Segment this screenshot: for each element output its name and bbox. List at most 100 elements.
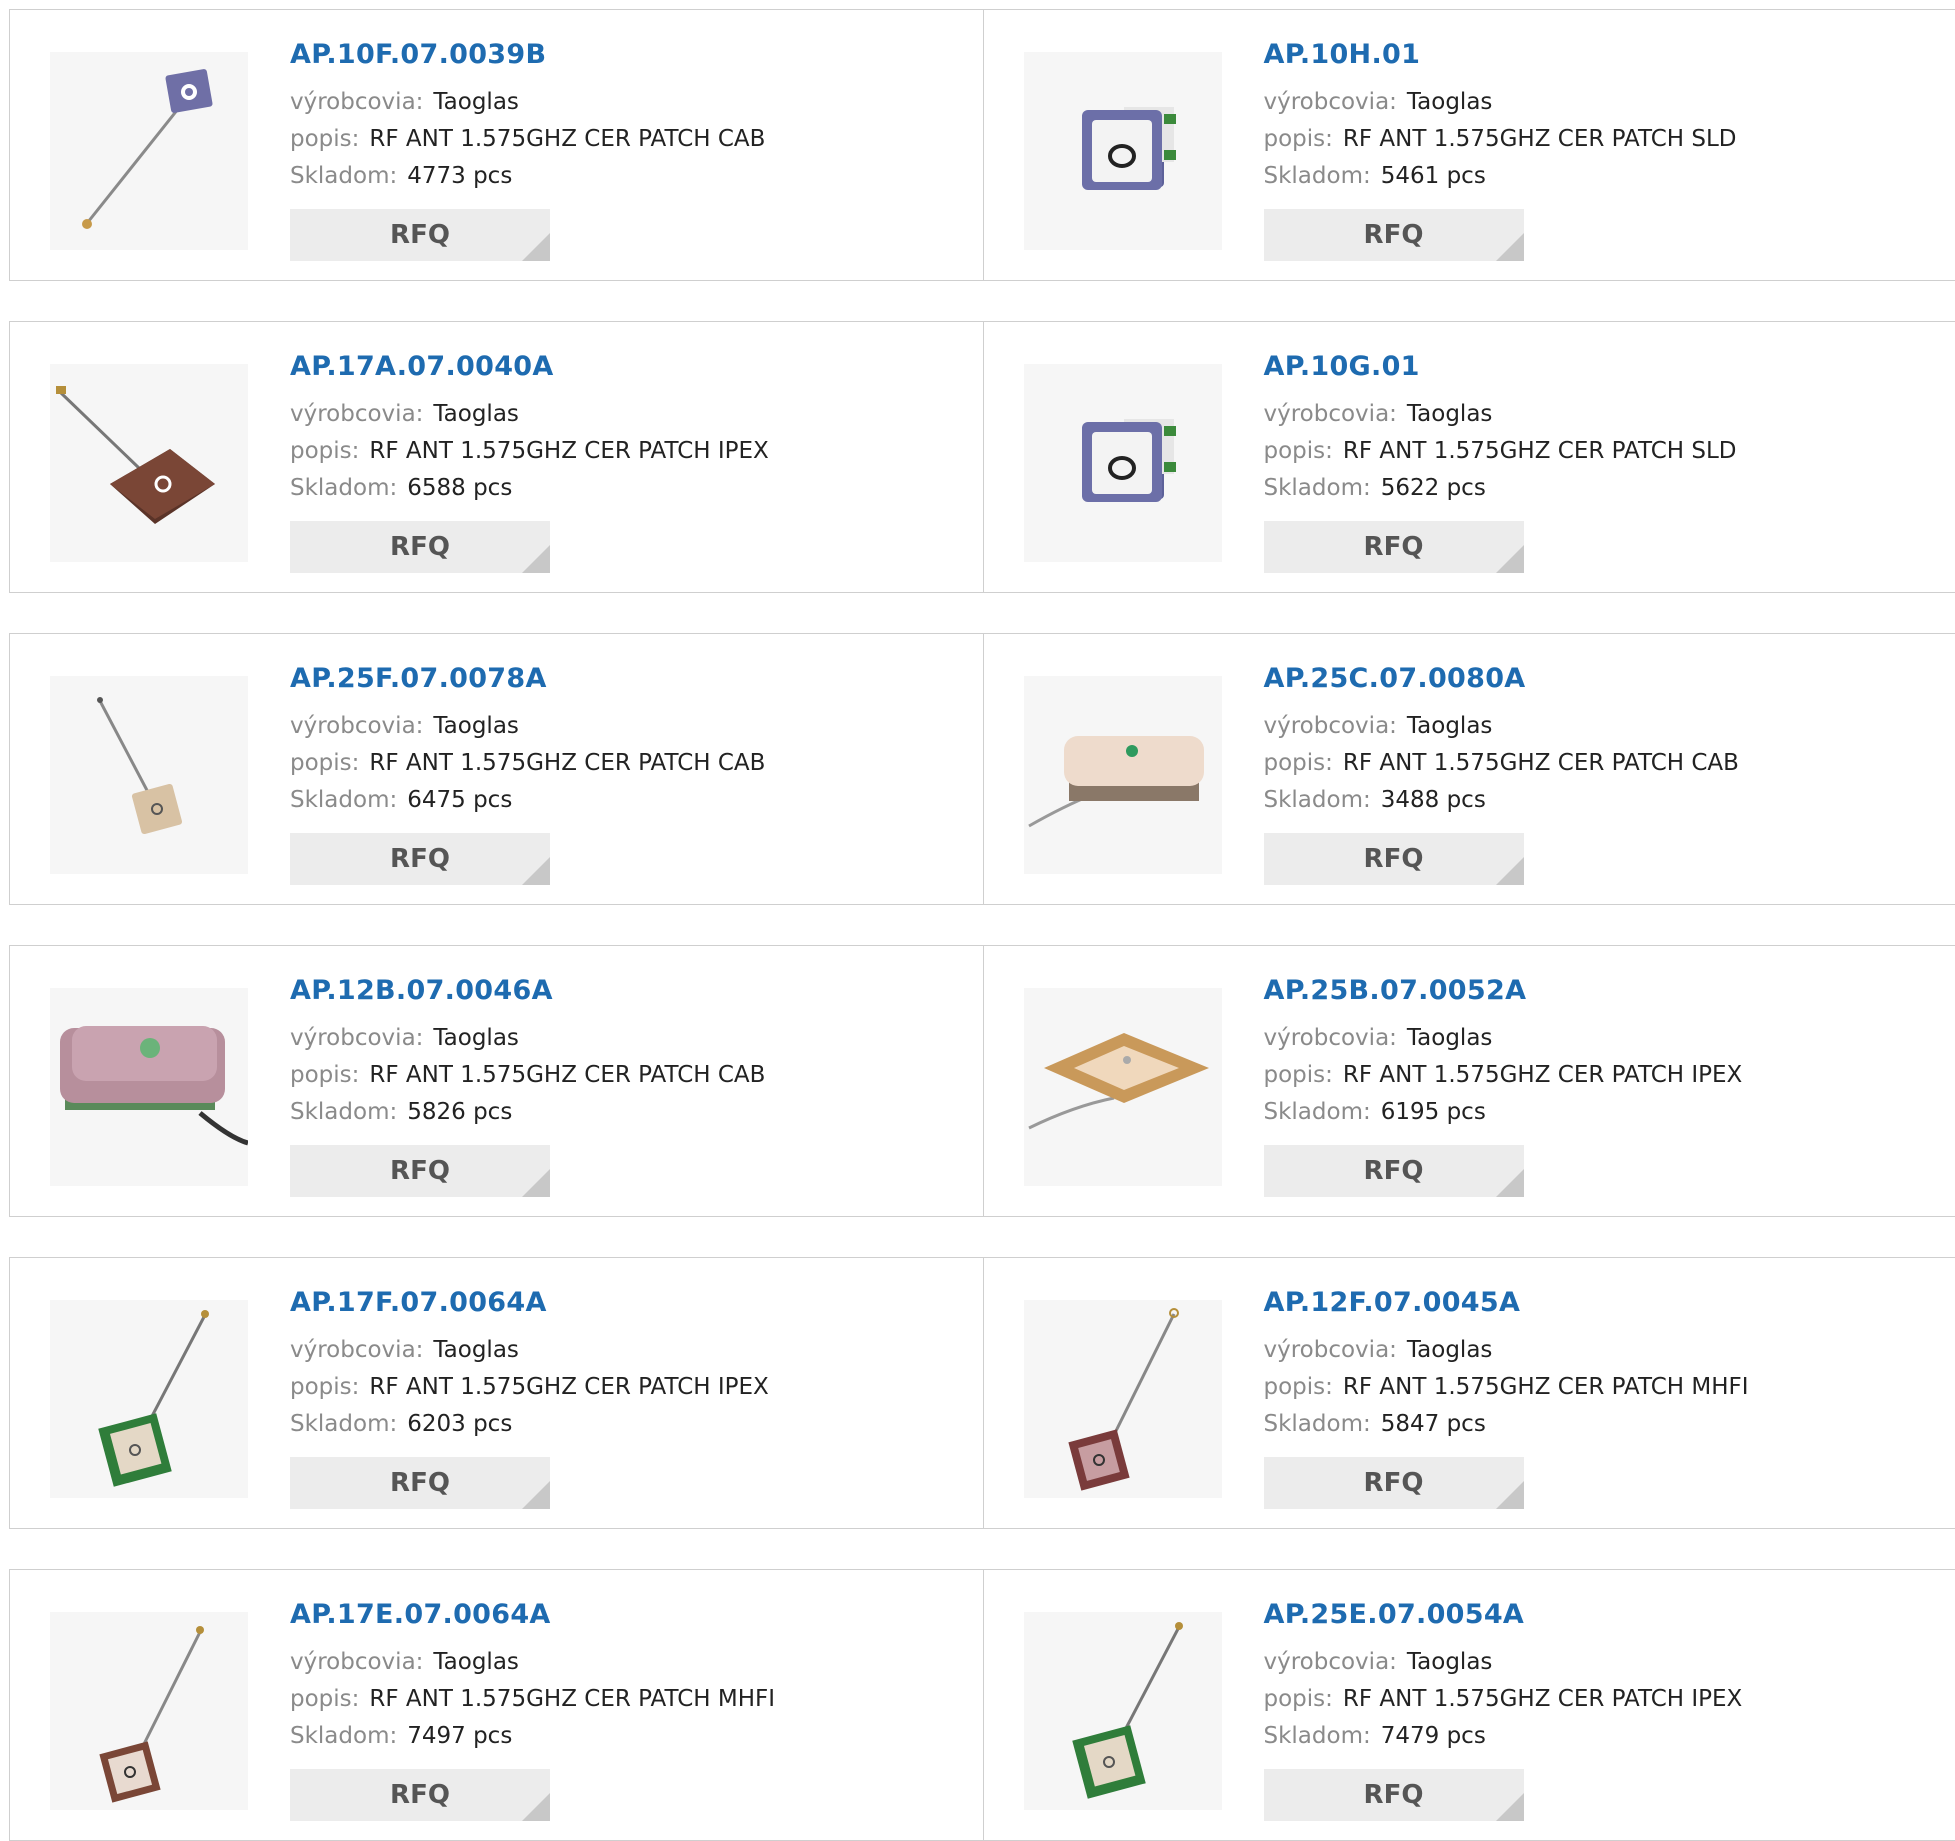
- stock-value: 3488 pcs: [1381, 787, 1486, 813]
- product-image[interactable]: [50, 1612, 248, 1810]
- description-label: popis:: [290, 750, 359, 776]
- rfq-button[interactable]: RFQ: [1264, 1769, 1524, 1821]
- rfq-button[interactable]: RFQ: [1264, 1457, 1524, 1509]
- product-image[interactable]: [1024, 52, 1222, 250]
- rfq-button[interactable]: RFQ: [290, 1769, 550, 1821]
- rfq-label: RFQ: [390, 1780, 450, 1810]
- manufacturer-row: výrobcovia:Taoglas: [290, 1020, 765, 1057]
- part-number-link[interactable]: AP.10F.07.0039B: [290, 38, 765, 72]
- product-image[interactable]: [1024, 1612, 1222, 1810]
- rfq-label: RFQ: [1364, 1468, 1424, 1498]
- rfq-button[interactable]: RFQ: [1264, 521, 1524, 573]
- rfq-button[interactable]: RFQ: [290, 833, 550, 885]
- description-label: popis:: [290, 438, 359, 464]
- product-image[interactable]: [1024, 676, 1222, 874]
- product-card: AP.17A.07.0040A výrobcovia:Taoglas popis: R…: [10, 322, 983, 592]
- product-row: AP.17F.07.0064A výrobcovia:Taoglas popis: R…: [9, 1257, 1955, 1529]
- corner-triangle-icon: [522, 1169, 550, 1197]
- stock-value: 5622 pcs: [1381, 475, 1486, 501]
- description-label: popis:: [1264, 438, 1333, 464]
- rfq-label: RFQ: [1364, 844, 1424, 874]
- manufacturer-value: Taoglas: [433, 1025, 518, 1051]
- part-number-link[interactable]: AP.17F.07.0064A: [290, 1286, 769, 1320]
- description-value: RF ANT 1.575GHZ CER PATCH SLD: [1343, 126, 1737, 152]
- product-image[interactable]: [1024, 364, 1222, 562]
- stock-label: Skladom:: [290, 1099, 397, 1125]
- product-image[interactable]: [50, 1300, 248, 1498]
- product-card: AP.12B.07.0046Avýrobcovia:Taoglaspopis:R…: [10, 946, 983, 1216]
- manufacturer-label: výrobcovia:: [1264, 1337, 1397, 1363]
- product-image[interactable]: [50, 364, 248, 562]
- product-image[interactable]: [50, 676, 248, 874]
- product-row: AP.10F.07.0039Bvýrobcovia:Taoglaspopis:R…: [9, 9, 1955, 281]
- stock-row: Skladom:6195 pcs: [1264, 1094, 1743, 1131]
- part-number-link[interactable]: AP.10G.01: [1264, 350, 1737, 384]
- description-row: popis:RF ANT 1.575GHZ CER PATCH CAB: [290, 745, 765, 782]
- rfq-button[interactable]: RFQ: [1264, 1145, 1524, 1197]
- corner-triangle-icon: [522, 1481, 550, 1509]
- stock-value: 6195 pcs: [1381, 1099, 1486, 1125]
- description-label: popis:: [1264, 750, 1333, 776]
- product-image[interactable]: [1024, 1300, 1222, 1498]
- part-number-link[interactable]: AP.12B.07.0046A: [290, 974, 765, 1008]
- product-card: AP.12F.07.0045A výrobcovia:Taoglas popis: R…: [983, 1258, 1955, 1528]
- stock-value: 6588 pcs: [407, 475, 512, 501]
- rfq-button[interactable]: RFQ: [290, 1145, 550, 1197]
- stock-row: Skladom: 5622 pcs: [1264, 470, 1737, 507]
- description-label: popis:: [1264, 1374, 1333, 1400]
- stock-value: 6203 pcs: [407, 1411, 512, 1437]
- manufacturer-value: Taoglas: [1407, 89, 1492, 115]
- stock-row: Skladom:6588 pcs: [290, 470, 769, 507]
- manufacturer-value: Taoglas: [1407, 1649, 1492, 1675]
- antenna-image: [50, 988, 248, 1186]
- stock-value: 7497 pcs: [407, 1723, 512, 1749]
- part-number-link[interactable]: AP.10H.01: [1264, 38, 1737, 72]
- part-number-link[interactable]: AP.12F.07.0045A: [1264, 1286, 1749, 1320]
- product-row: AP.25F.07.0078Avýrobcovia:Taoglaspopis:R…: [9, 633, 1955, 905]
- manufacturer-label: výrobcovia:: [1264, 1649, 1397, 1675]
- part-number-link[interactable]: AP.25F.07.0078A: [290, 662, 765, 696]
- corner-triangle-icon: [1496, 857, 1524, 885]
- part-number-link[interactable]: AP.25E.07.0054A: [1264, 1598, 1743, 1632]
- product-image[interactable]: [50, 52, 248, 250]
- stock-label: Skladom:: [290, 787, 397, 813]
- product-card: AP.25B.07.0052Avýrobcovia:Taoglaspopis:R…: [983, 946, 1955, 1216]
- manufacturer-label: výrobcovia:: [290, 1337, 423, 1363]
- description-row: popis:RF ANT 1.575GHZ CER PATCH SLD: [1264, 121, 1737, 158]
- stock-label: Skladom:: [1264, 475, 1371, 501]
- manufacturer-value: Taoglas: [1407, 1025, 1492, 1051]
- stock-value: 5461 pcs: [1381, 163, 1486, 189]
- stock-value: 5847 pcs: [1381, 1411, 1486, 1437]
- manufacturer-label: výrobcovia:: [290, 89, 423, 115]
- product-row: AP.12B.07.0046A výrobcovia:Taoglas popis: R…: [9, 945, 1955, 1217]
- antenna-image: [1024, 1612, 1222, 1810]
- part-number-link[interactable]: AP.17E.07.0064A: [290, 1598, 775, 1632]
- product-image[interactable]: [1024, 988, 1222, 1186]
- description-label: popis:: [1264, 1062, 1333, 1088]
- stock-row: Skladom:5826 pcs: [290, 1094, 765, 1131]
- rfq-button[interactable]: RFQ: [290, 1457, 550, 1509]
- corner-triangle-icon: [1496, 1481, 1524, 1509]
- corner-triangle-icon: [1496, 1793, 1524, 1821]
- part-number-link[interactable]: AP.25C.07.0080A: [1264, 662, 1739, 696]
- part-number-link[interactable]: AP.25B.07.0052A: [1264, 974, 1743, 1008]
- rfq-label: RFQ: [1364, 220, 1424, 250]
- part-number-link[interactable]: AP.17A.07.0040A: [290, 350, 769, 384]
- corner-triangle-icon: [1496, 545, 1524, 573]
- rfq-label: RFQ: [390, 844, 450, 874]
- rfq-button[interactable]: RFQ: [290, 209, 550, 261]
- stock-row: Skladom:5461 pcs: [1264, 158, 1737, 195]
- stock-row: Skladom: 6475 pcs: [290, 782, 765, 819]
- product-card: AP.25C.07.0080Avýrobcovia:Taoglaspopis:R…: [983, 634, 1955, 904]
- description-label: popis:: [290, 126, 359, 152]
- stock-row: Skladom:4773 pcs: [290, 158, 765, 195]
- manufacturer-row: výrobcovia:Taoglas: [1264, 1332, 1749, 1369]
- rfq-button[interactable]: RFQ: [290, 521, 550, 573]
- stock-value: 6475 pcs: [407, 787, 512, 813]
- product-image[interactable]: [50, 988, 248, 1186]
- manufacturer-row: výrobcovia:Taoglas: [290, 396, 769, 433]
- rfq-button[interactable]: RFQ: [1264, 209, 1524, 261]
- rfq-button[interactable]: RFQ: [1264, 833, 1524, 885]
- description-row: popis:RF ANT 1.575GHZ CER PATCH CAB: [1264, 745, 1739, 782]
- description-value: RF ANT 1.575GHZ CER PATCH IPEX: [369, 1374, 768, 1400]
